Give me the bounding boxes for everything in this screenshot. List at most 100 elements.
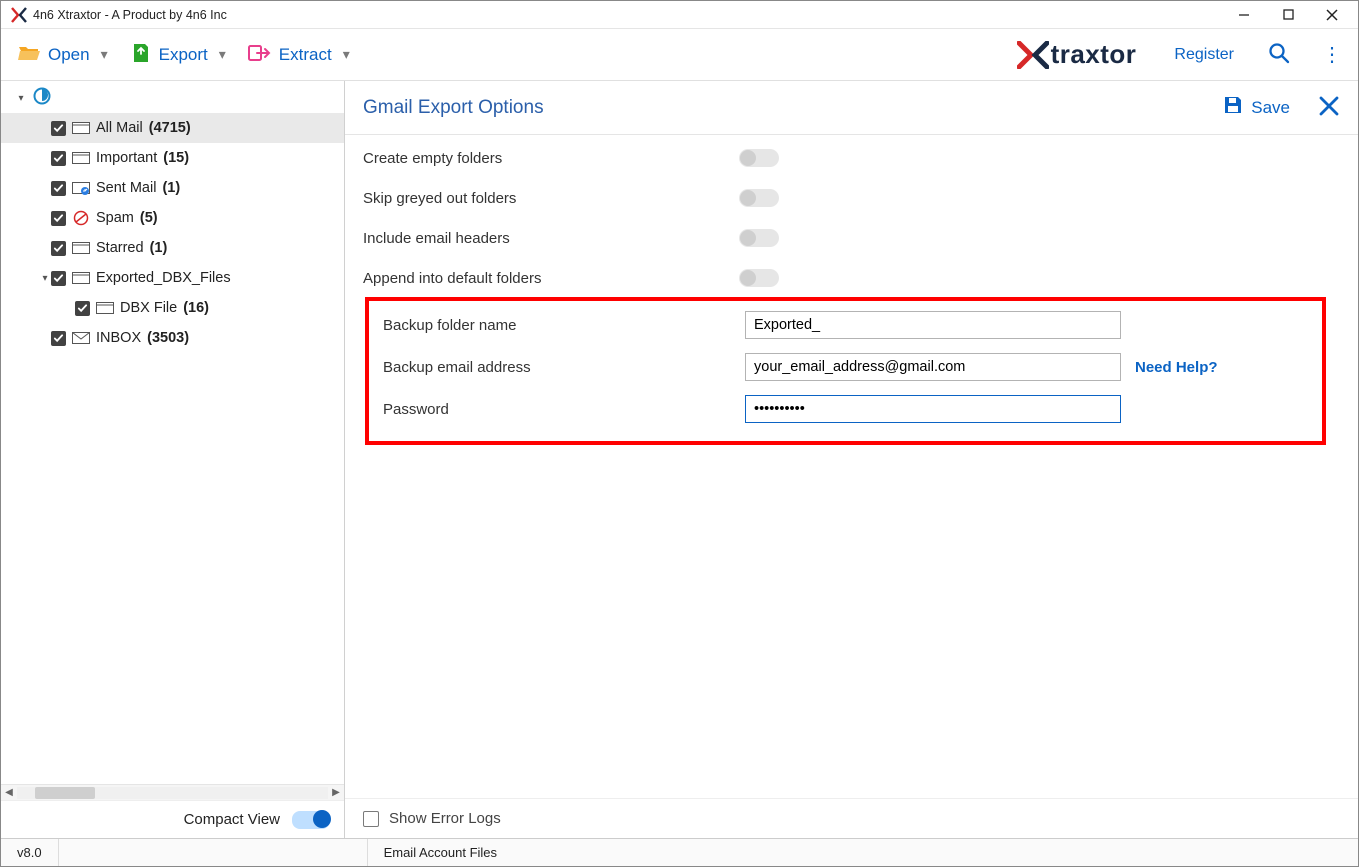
folder-name: Starred <box>96 240 144 256</box>
expander-icon[interactable]: ▾ <box>39 273 51 284</box>
folder-count: (1) <box>162 180 180 196</box>
folder-name: INBOX <box>96 330 141 346</box>
chevron-down-icon: ▾ <box>343 46 350 63</box>
close-window-button[interactable] <box>1310 1 1354 29</box>
export-menu[interactable]: Export ▾ <box>126 38 230 71</box>
statusbar: v8.0 Email Account Files <box>1 838 1358 866</box>
scroll-right-icon[interactable]: ▶ <box>328 787 344 798</box>
checkbox-icon[interactable] <box>51 181 66 196</box>
tree-root[interactable]: ▾ <box>1 83 344 113</box>
checkbox-icon[interactable] <box>51 241 66 256</box>
scroll-left-icon[interactable]: ◀ <box>1 787 17 798</box>
spam-icon <box>72 210 90 226</box>
tree-item[interactable]: INBOX (3503) <box>1 323 344 353</box>
folder-name: Sent Mail <box>96 180 156 196</box>
tree-item[interactable]: Starred (1) <box>1 233 344 263</box>
option-skip-greyed: Skip greyed out folders <box>363 189 1340 207</box>
more-menu-button[interactable]: ⋮ <box>1322 42 1342 67</box>
register-link[interactable]: Register <box>1174 46 1234 64</box>
content-header: Gmail Export Options Save <box>345 81 1358 135</box>
option-label: Append into default folders <box>363 270 739 287</box>
show-error-logs-checkbox[interactable] <box>363 811 379 827</box>
export-icon <box>130 42 152 67</box>
close-panel-button[interactable] <box>1318 95 1340 120</box>
open-label: Open <box>48 45 90 65</box>
folder-name: DBX File <box>120 300 177 316</box>
folder-icon <box>96 301 114 315</box>
options-title: Gmail Export Options <box>363 97 1222 119</box>
backup-folder-input[interactable] <box>745 311 1121 339</box>
tree-item[interactable]: Spam (5) <box>1 203 344 233</box>
option-backup-folder: Backup folder name <box>383 311 1322 339</box>
skip-greyed-toggle[interactable] <box>739 189 779 207</box>
sidebar-h-scrollbar[interactable]: ◀ ▶ <box>1 784 344 800</box>
option-include-headers: Include email headers <box>363 229 1340 247</box>
option-label: Backup email address <box>383 359 745 376</box>
folder-count: (15) <box>163 150 189 166</box>
option-append-default: Append into default folders <box>363 269 1340 287</box>
tree-item[interactable]: Sent Mail (1) <box>1 173 344 203</box>
export-options-form: Create empty folders Skip greyed out fol… <box>345 135 1358 453</box>
append-default-toggle[interactable] <box>739 269 779 287</box>
status-context: Email Account Files <box>367 839 513 866</box>
include-headers-toggle[interactable] <box>739 229 779 247</box>
folder-icon <box>72 271 90 285</box>
folder-count: (16) <box>183 300 209 316</box>
option-label: Skip greyed out folders <box>363 190 739 207</box>
tree-item[interactable]: ▾ Exported_DBX_Files <box>1 263 344 293</box>
brand-name: traxtor <box>1051 39 1137 70</box>
version-label: v8.0 <box>1 839 59 866</box>
checkbox-icon[interactable] <box>51 331 66 346</box>
open-menu[interactable]: Open ▾ <box>13 39 112 70</box>
inbox-icon <box>72 331 90 345</box>
expander-icon[interactable]: ▾ <box>15 93 27 104</box>
checkbox-icon[interactable] <box>51 271 66 286</box>
folder-name: Spam <box>96 210 134 226</box>
save-button[interactable]: Save <box>1222 94 1290 121</box>
password-input[interactable] <box>745 395 1121 423</box>
folder-icon <box>72 121 90 135</box>
option-create-empty-folders: Create empty folders <box>363 149 1340 167</box>
search-button[interactable] <box>1268 42 1290 67</box>
titlebar: 4n6 Xtraxtor - A Product by 4n6 Inc <box>1 1 1358 29</box>
option-password: Password <box>383 395 1322 423</box>
create-empty-toggle[interactable] <box>739 149 779 167</box>
save-label: Save <box>1251 98 1290 118</box>
need-help-link[interactable]: Need Help? <box>1135 359 1218 376</box>
folder-count: (4715) <box>149 120 191 136</box>
compact-view-bar: Compact View <box>1 800 344 838</box>
folder-name: Exported_DBX_Files <box>96 270 231 286</box>
folder-name: Important <box>96 150 157 166</box>
folder-name: All Mail <box>96 120 143 136</box>
tree-item[interactable]: All Mail (4715) <box>1 113 344 143</box>
scroll-track[interactable] <box>17 787 328 799</box>
export-label: Export <box>159 45 208 65</box>
show-error-logs-label: Show Error Logs <box>389 810 501 827</box>
folder-tree: ▾ All Mail (4715)Important (15)Sent Mail… <box>1 81 344 784</box>
checkbox-icon[interactable] <box>51 211 66 226</box>
compact-view-toggle[interactable] <box>292 811 330 829</box>
extract-label: Extract <box>279 45 332 65</box>
window-title: 4n6 Xtraxtor - A Product by 4n6 Inc <box>33 8 1222 22</box>
chevron-down-icon: ▾ <box>219 46 226 63</box>
checkbox-icon[interactable] <box>75 301 90 316</box>
option-label: Include email headers <box>363 230 739 247</box>
footer-options: Show Error Logs <box>345 798 1358 838</box>
main-toolbar: Open ▾ Export ▾ Extract ▾ traxtor Regist… <box>1 29 1358 81</box>
save-icon <box>1222 94 1244 121</box>
tree-item[interactable]: Important (15) <box>1 143 344 173</box>
backup-email-input[interactable] <box>745 353 1121 381</box>
app-icon <box>11 7 27 23</box>
tree-item[interactable]: DBX File (16) <box>1 293 344 323</box>
extract-icon <box>248 43 272 66</box>
extract-menu[interactable]: Extract ▾ <box>244 39 354 70</box>
option-label: Create empty folders <box>363 150 739 167</box>
minimize-button[interactable] <box>1222 1 1266 29</box>
maximize-button[interactable] <box>1266 1 1310 29</box>
scroll-thumb[interactable] <box>35 787 95 799</box>
app-window: 4n6 Xtraxtor - A Product by 4n6 Inc Open… <box>0 0 1359 867</box>
checkbox-icon[interactable] <box>51 151 66 166</box>
compact-view-label: Compact View <box>184 811 280 828</box>
account-icon <box>33 87 51 109</box>
checkbox-icon[interactable] <box>51 121 66 136</box>
